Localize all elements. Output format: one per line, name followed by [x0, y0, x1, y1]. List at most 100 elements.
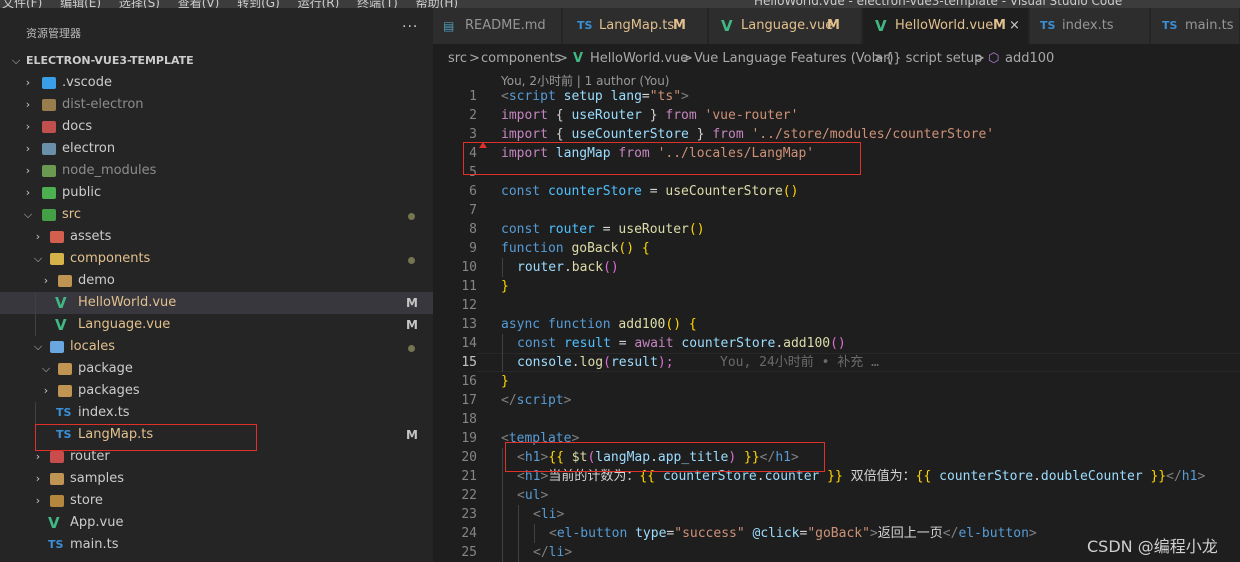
line-number: 25 [461, 545, 477, 560]
store-folder-icon [50, 495, 64, 507]
breadcrumb-language-features[interactable]: Vue Language Features (Volar) [694, 51, 894, 66]
menu-bar[interactable]: 文件(F) 编辑(E) 选择(S) 查看(V) 转到(G) 运行(R) 终端(T… [2, 0, 472, 8]
menu-run[interactable]: 运行(R) [298, 0, 340, 8]
indent-guide [502, 258, 503, 277]
tree-item-store[interactable]: › store [0, 490, 433, 512]
modified-badge: M [406, 318, 418, 332]
menu-goto[interactable]: 转到(G) [237, 0, 280, 8]
breadcrumb-file[interactable]: HelloWorld.vue [590, 51, 688, 66]
tree-item-label: dist-electron [62, 97, 144, 112]
tab-helloworld-vue[interactable]: V HelloWorld.vue M × [863, 8, 1029, 44]
menu-file[interactable]: 文件(F) [2, 0, 42, 8]
menu-help[interactable]: 帮助(H) [416, 0, 458, 8]
tree-item-src[interactable]: ⌵ src [0, 204, 433, 226]
chevron-right-icon: › [35, 472, 41, 485]
vue-file-icon: V [55, 316, 67, 334]
watermark: CSDN @编程小龙 [1087, 537, 1218, 556]
line-number: 12 [461, 298, 477, 313]
tab-readme[interactable]: ▤ README.md [433, 8, 562, 44]
vue-file-icon: V [875, 17, 887, 35]
menu-edit[interactable]: 编辑(E) [60, 0, 101, 8]
tab-label: LangMap.ts [599, 18, 675, 33]
tree-item-label: docs [62, 119, 93, 134]
tree-item-samples[interactable]: › samples [0, 468, 433, 490]
tree-item-docs[interactable]: › docs [0, 116, 433, 138]
menu-terminal[interactable]: 终端(T) [357, 0, 398, 8]
tree-item-label: main.ts [70, 537, 119, 552]
public-folder-icon [42, 187, 56, 199]
line-number: 1 [469, 89, 477, 104]
components-folder-icon [50, 253, 64, 265]
tree-item-vscode[interactable]: › .vscode [0, 72, 433, 94]
indent-guide [502, 334, 503, 372]
indent-guide [534, 524, 535, 543]
menu-selection[interactable]: 选择(S) [119, 0, 160, 8]
tab-label: Language.vue [741, 18, 834, 33]
tree-item-index-ts[interactable]: TS index.ts [0, 402, 433, 424]
tree-item-label: index.ts [78, 405, 130, 420]
chevron-right-icon: › [25, 76, 31, 89]
tree-item-packages[interactable]: › packages [0, 380, 433, 402]
line-number: 8 [469, 222, 477, 237]
line-number: 6 [469, 184, 477, 199]
breadcrumb-script-setup[interactable]: {} script setup [885, 51, 982, 66]
modified-dot-icon [408, 345, 415, 352]
line-number: 7 [469, 203, 477, 218]
highlight-box [505, 442, 825, 472]
inline-blame: You, 24小时前 • 补充 … [720, 355, 879, 370]
breadcrumb-components[interactable]: components [481, 51, 561, 66]
indent-guide [518, 505, 519, 562]
chevron-right-icon: › [43, 384, 49, 397]
vue-file-icon: V [48, 514, 60, 532]
tree-item-assets[interactable]: › assets [0, 226, 433, 248]
tree-item-public[interactable]: › public [0, 182, 433, 204]
project-name: ELECTRON-VUE3-TEMPLATE [26, 54, 194, 67]
code-line: const result = await counterStore.add100… [517, 336, 846, 351]
folder-icon [58, 363, 72, 375]
line-number: 10 [461, 260, 477, 275]
tree-item-components[interactable]: ⌵ components [0, 248, 433, 270]
tree-item-label: node_modules [62, 163, 157, 178]
code-line: } [501, 374, 509, 389]
tree-item-package[interactable]: ⌵ package [0, 358, 433, 380]
tab-langmap-ts[interactable]: TS LangMap.ts M [563, 8, 708, 44]
project-root[interactable]: ⌵ ELECTRON-VUE3-TEMPLATE [0, 50, 433, 72]
tab-label: index.ts [1062, 18, 1114, 33]
line-number: 14 [461, 336, 477, 351]
chevron-down-icon: ⌵ [41, 362, 51, 375]
tree-item-node-modules[interactable]: › node_modules [0, 160, 433, 182]
menu-view[interactable]: 查看(V) [178, 0, 220, 8]
tree-item-demo[interactable]: › demo [0, 270, 433, 292]
code-line: <ul> [517, 488, 549, 503]
line-number: 19 [461, 431, 477, 446]
breadcrumb-src[interactable]: src [448, 51, 467, 66]
line-number: 16 [461, 374, 477, 389]
tree-item-electron[interactable]: › electron [0, 138, 433, 160]
modified-badge: M [406, 296, 418, 310]
code-line: <el-button type="success" @click="goBack… [549, 526, 1037, 541]
vscode-folder-icon [42, 77, 56, 89]
breadcrumb-add100[interactable]: add100 [1005, 51, 1054, 66]
tree-item-label: packages [78, 383, 140, 398]
locales-folder-icon [50, 341, 64, 353]
tab-main-ts[interactable]: TS main.ts [1151, 8, 1240, 44]
line-number: 22 [461, 488, 477, 503]
chevron-down-icon: ⌵ [33, 340, 43, 353]
code-line: } [501, 279, 509, 294]
markdown-file-icon: ▤ [443, 19, 455, 33]
tree-item-locales[interactable]: ⌵ locales [0, 336, 433, 358]
tab-label: HelloWorld.vue [895, 18, 994, 33]
ts-file-icon: TS [48, 538, 64, 551]
tree-item-app-vue[interactable]: V App.vue [0, 512, 433, 534]
close-icon[interactable]: × [1009, 8, 1020, 44]
tree-item-dist-electron[interactable]: › dist-electron [0, 94, 433, 116]
tree-item-helloworld-vue[interactable]: V HelloWorld.vue M [0, 292, 433, 314]
line-number: 17 [461, 393, 477, 408]
tab-index-ts[interactable]: TS index.ts [1030, 8, 1150, 44]
tree-item-language-vue[interactable]: V Language.vue M [0, 314, 433, 336]
tree-item-main-ts[interactable]: TS main.ts [0, 534, 433, 556]
tab-language-vue[interactable]: V Language.vue M [709, 8, 862, 44]
more-actions-icon[interactable]: ··· [402, 19, 418, 35]
code-line: const counterStore = useCounterStore() [501, 184, 799, 199]
chevron-right-icon: › [25, 142, 31, 155]
